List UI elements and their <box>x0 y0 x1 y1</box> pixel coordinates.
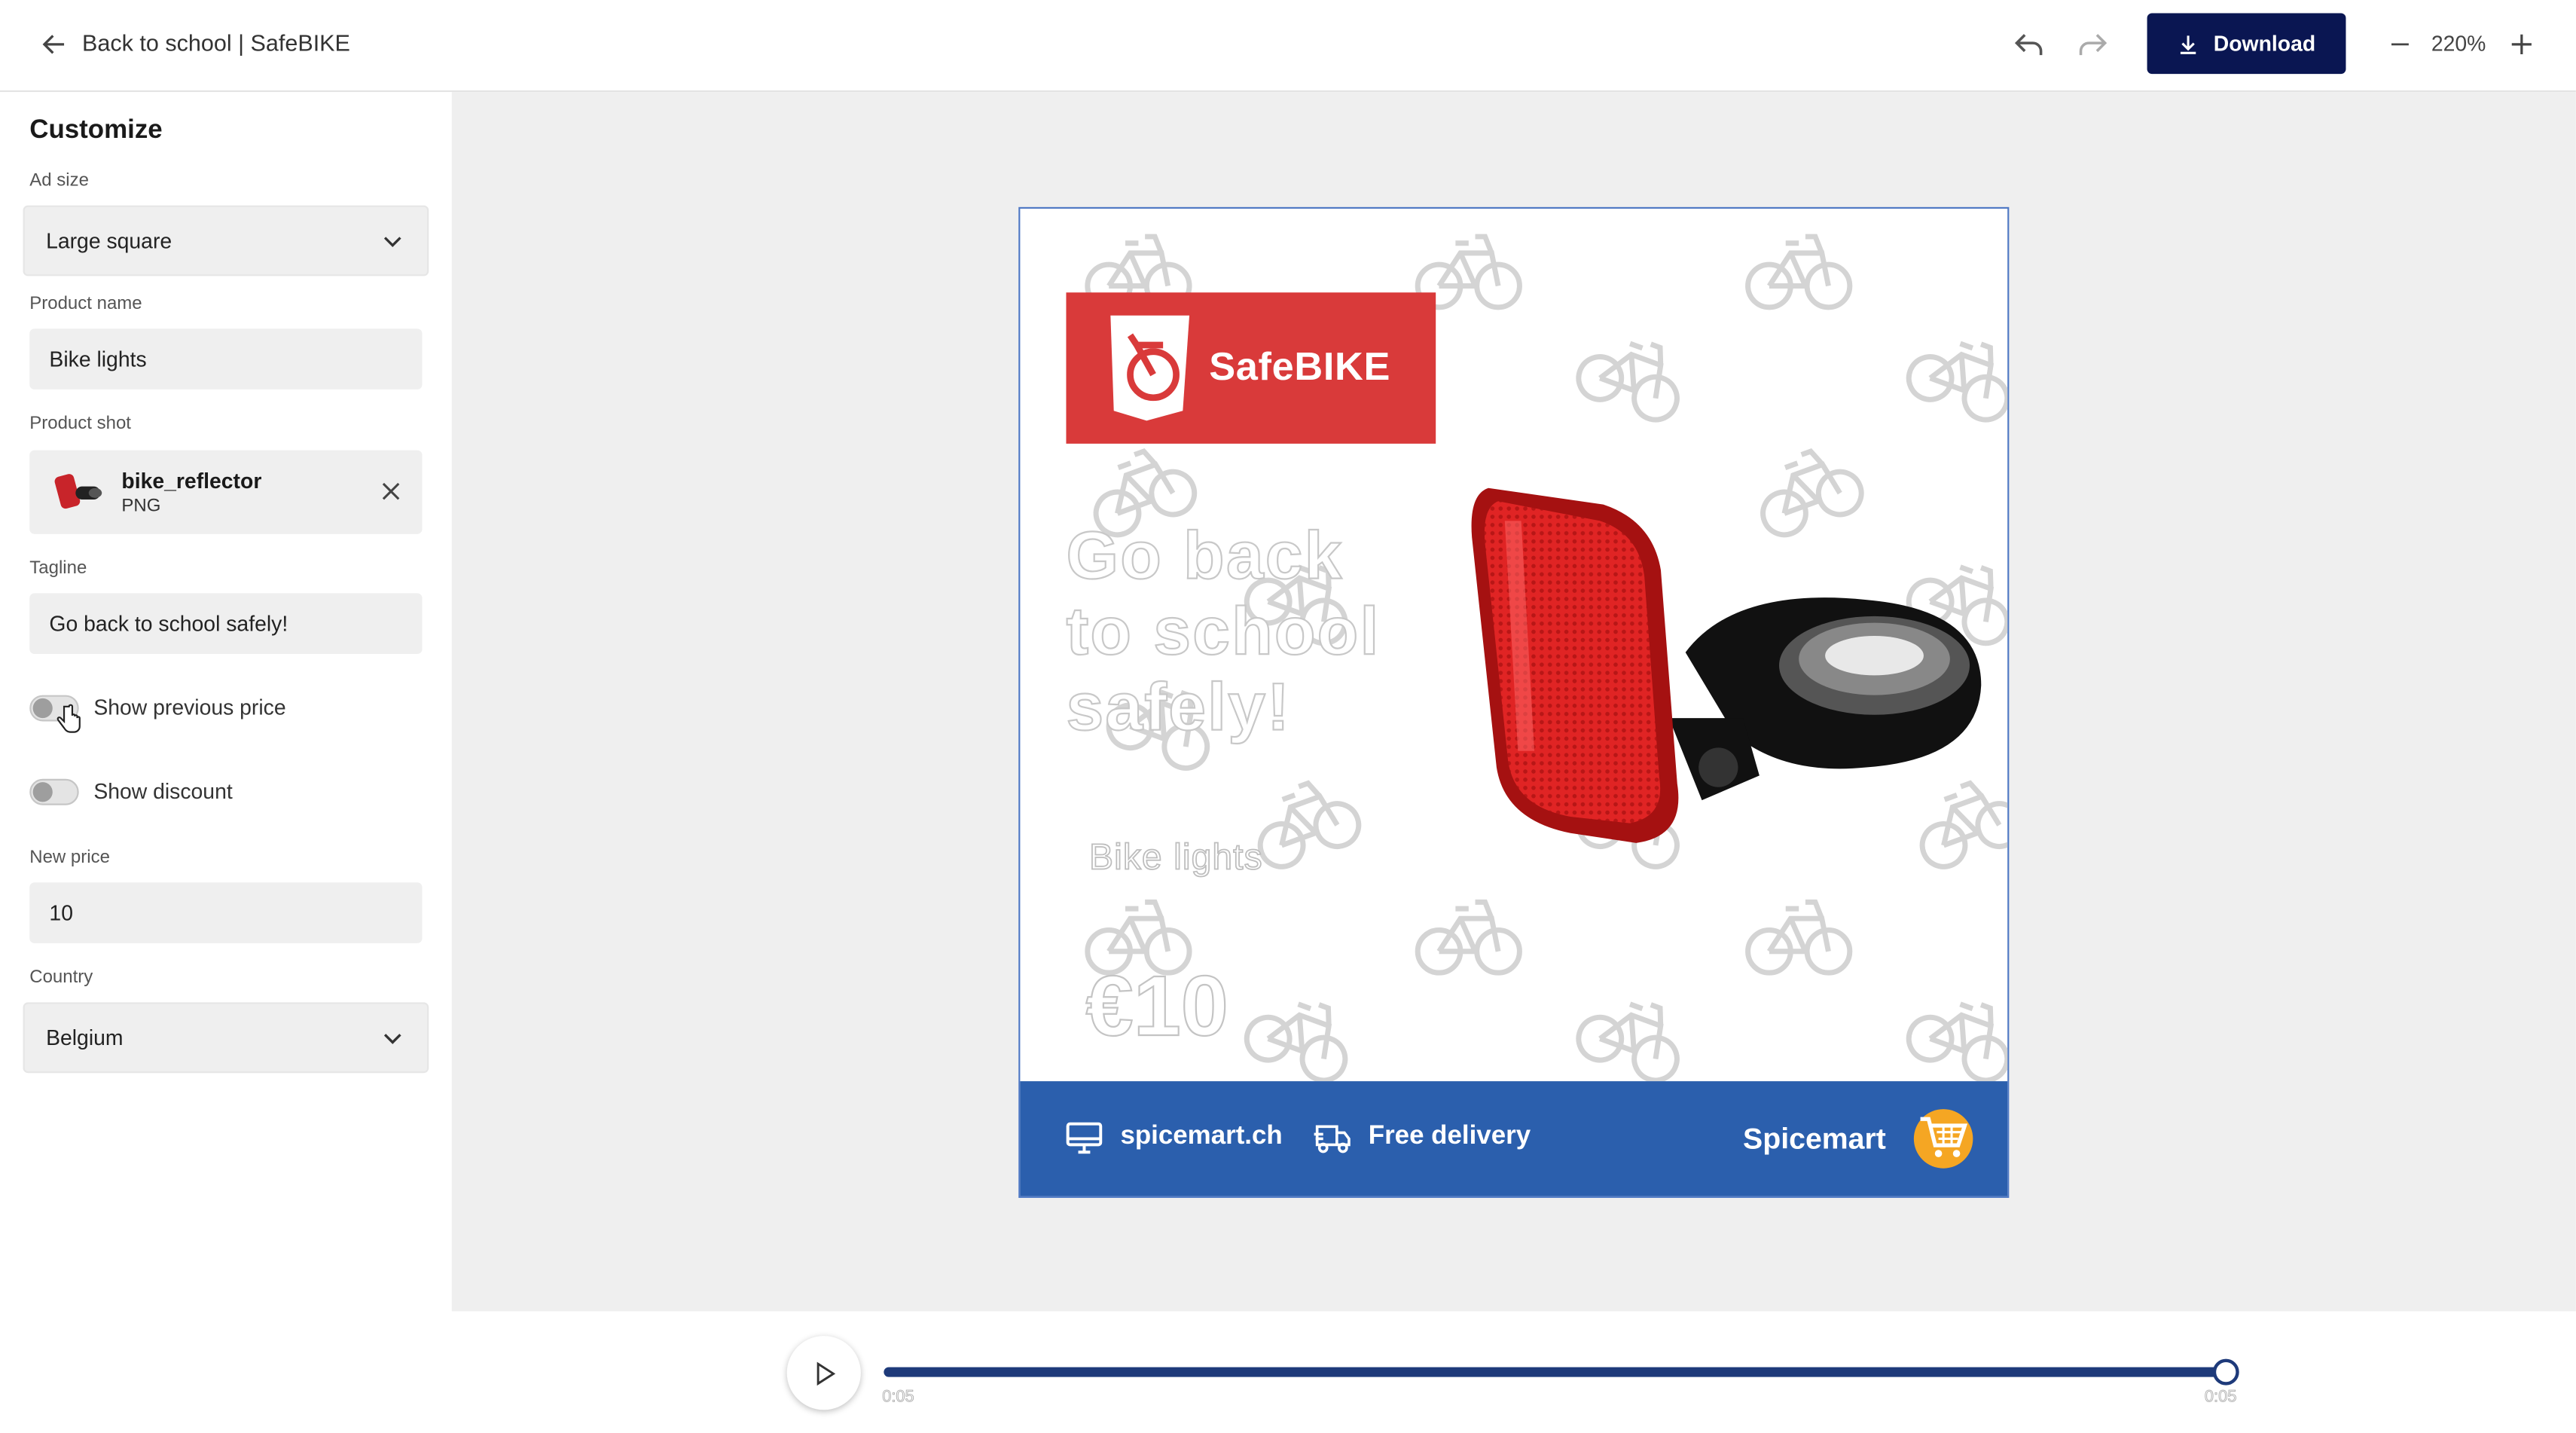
minus-icon <box>2391 43 2409 46</box>
timeline-start-time: 0:05 <box>882 1388 914 1407</box>
safebike-logo: SafeBIKE <box>1066 292 1436 444</box>
reflector-thumbnail-icon <box>54 474 102 509</box>
arrow-left-icon <box>42 35 65 54</box>
close-icon[interactable] <box>380 480 403 503</box>
zoom-level: 220% <box>2431 31 2486 57</box>
product-name-label: Product name <box>29 294 142 314</box>
ad-size-value: Large square <box>46 228 172 253</box>
app-root: Back to school | SafeBIKE Download 220% … <box>0 0 2576 1433</box>
undo-button[interactable] <box>2007 25 2050 64</box>
undo-icon <box>2014 34 2043 56</box>
timeline-end-time: 0:05 <box>2204 1388 2237 1407</box>
download-icon <box>2181 35 2197 53</box>
page-title: Back to school | SafeBIKE <box>82 29 350 57</box>
file-type: PNG <box>121 496 161 516</box>
ad-preview[interactable]: SafeBIKE Go back to school safely! Bike … <box>1018 206 2010 1198</box>
delivery-truck-icon <box>1314 1125 1351 1153</box>
brand-logo-text: SafeBIKE <box>1209 345 1391 390</box>
chevron-down-icon <box>383 237 401 248</box>
download-button[interactable]: Download <box>2147 13 2346 75</box>
tagline-label: Tagline <box>29 558 87 579</box>
redo-button[interactable] <box>2071 25 2114 64</box>
ad-size-select[interactable]: Large square <box>23 205 429 277</box>
show-discount-label: Show discount <box>93 778 233 804</box>
toggle-knob <box>32 782 53 802</box>
tagline-line-2: to school <box>1065 592 1381 670</box>
country-select[interactable]: Belgium <box>23 1002 429 1074</box>
back-button[interactable] <box>36 26 72 63</box>
download-label: Download <box>2213 31 2316 57</box>
new-price-label: New price <box>29 848 110 868</box>
panel-title: Customize <box>29 116 163 145</box>
hand-cursor-icon <box>56 704 81 733</box>
bike-shield-icon <box>1110 315 1190 421</box>
file-name: bike_reflector <box>121 468 262 493</box>
product-shot-file[interactable]: bike_reflector PNG <box>29 450 423 534</box>
tagline-line-3: safely! <box>1065 668 1292 746</box>
ad-product-name: Bike lights <box>1088 836 1263 878</box>
play-icon <box>816 1361 835 1385</box>
shopping-cart-logo-icon <box>1913 1109 1973 1169</box>
timeline-track[interactable] <box>884 1367 2228 1377</box>
plus-icon <box>2511 34 2532 54</box>
show-previous-price-label: Show previous price <box>93 695 286 720</box>
tagline-input[interactable]: Go back to school safely! <box>29 593 423 655</box>
product-name-input[interactable]: Bike lights <box>29 328 423 390</box>
footer-delivery: Free delivery <box>1368 1122 1531 1150</box>
footer-brand: Spicemart <box>1743 1122 1886 1156</box>
play-button[interactable] <box>786 1336 861 1410</box>
monitor-icon <box>1066 1122 1103 1154</box>
timeline-scrubber[interactable] <box>2212 1358 2239 1386</box>
ad-footer-bar: spicemart.ch Free delivery Spicemart <box>1020 1081 2008 1196</box>
zoom-in-button[interactable] <box>2504 26 2540 63</box>
chevron-down-icon <box>383 1034 401 1044</box>
product-shot-label: Product shot <box>29 414 131 434</box>
toggle-knob <box>32 698 53 719</box>
customize-panel: Customize Ad size Large square Product n… <box>0 92 452 1433</box>
ad-price: €10 <box>1085 959 1229 1056</box>
zoom-out-button[interactable] <box>2382 26 2418 63</box>
tagline-line-1: Go back <box>1065 517 1344 594</box>
show-discount-toggle[interactable] <box>29 778 79 805</box>
footer-website: spicemart.ch <box>1120 1122 1283 1150</box>
top-bar: Back to school | SafeBIKE Download 220% <box>0 0 2576 93</box>
ad-tagline: Go back to school safely! <box>1065 517 1476 746</box>
new-price-input[interactable]: 10 <box>29 882 423 943</box>
redo-icon <box>2079 34 2107 56</box>
country-value: Belgium <box>46 1025 124 1050</box>
bike-reflector-image <box>1471 487 1982 843</box>
country-label: Country <box>29 967 93 988</box>
ad-size-label: Ad size <box>29 170 89 191</box>
